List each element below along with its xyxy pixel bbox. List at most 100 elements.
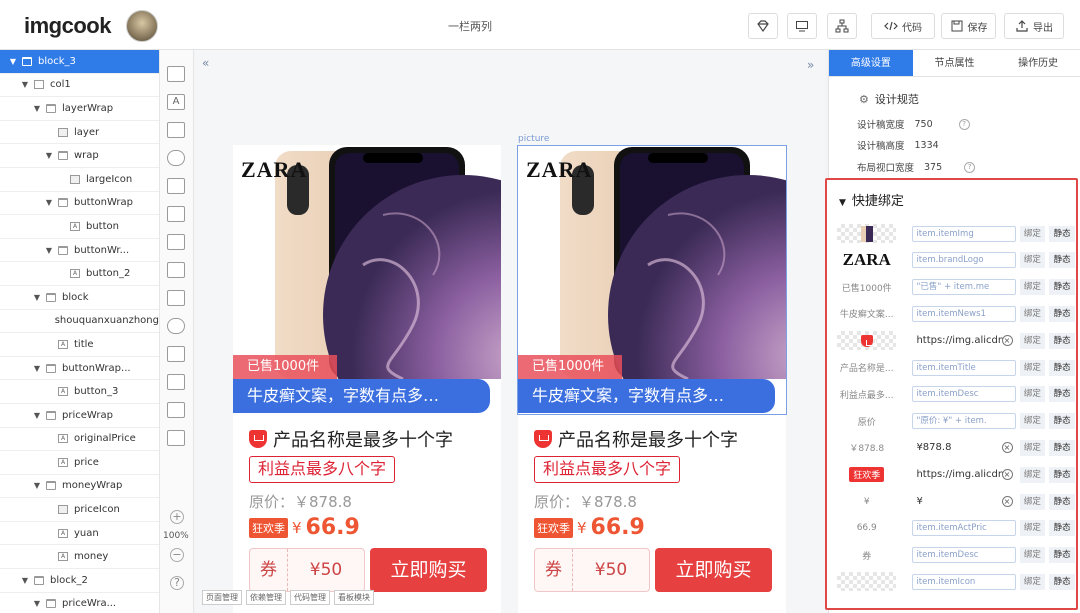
tree-node[interactable]: ▼ layerWrap (0, 97, 159, 121)
link-tool-icon[interactable] (167, 150, 185, 166)
binding-expression-input[interactable]: https://img.alicdn. × (912, 333, 1015, 349)
static-button[interactable]: 静态 (1049, 547, 1075, 564)
static-button[interactable]: 静态 (1049, 386, 1075, 403)
zoom-out-icon[interactable]: − (170, 548, 184, 562)
caret-down-icon[interactable]: ▼ (44, 198, 54, 207)
coupon-button[interactable]: 券 ¥50 (534, 548, 650, 592)
tree-node[interactable]: largeIcon (0, 168, 159, 192)
caret-down-icon[interactable]: ▼ (20, 576, 30, 585)
static-button[interactable]: 静态 (1049, 252, 1075, 269)
bind-button[interactable]: 绑定 (1019, 225, 1046, 242)
tree-node[interactable]: Abutton_3 (0, 380, 159, 404)
caret-down-icon[interactable]: ▼ (44, 151, 54, 160)
tree-node[interactable]: priceIcon (0, 498, 159, 522)
tree-node[interactable]: Amoney (0, 545, 159, 570)
tree-node[interactable]: AoriginalPrice (0, 428, 159, 452)
bottom-tab[interactable]: 依赖管理 (246, 590, 286, 605)
static-button[interactable]: 静态 (1049, 520, 1075, 537)
cube-tool-icon[interactable] (167, 346, 185, 362)
static-button[interactable]: 静态 (1049, 279, 1075, 296)
structure-button[interactable] (827, 13, 857, 39)
binding-expression-input[interactable]: item.itemDesc (912, 386, 1016, 403)
tree-node[interactable]: ▼ col1 (0, 74, 159, 98)
tree-node[interactable]: ▼ block (0, 286, 159, 310)
input-tool-icon[interactable] (167, 178, 185, 194)
cube-tool-icon-3[interactable] (167, 402, 185, 418)
tree-node[interactable]: ▼ buttonWr... (0, 239, 159, 263)
bind-button[interactable]: 绑定 (1019, 493, 1046, 510)
bind-button[interactable]: 绑定 (1019, 332, 1046, 349)
collapse-left-icon[interactable]: « (202, 56, 209, 70)
static-button[interactable]: 静态 (1049, 493, 1075, 510)
caret-down-icon[interactable]: ▼ (32, 364, 42, 373)
bind-button[interactable]: 绑定 (1019, 359, 1046, 376)
caret-down-icon[interactable]: ▼ (32, 481, 42, 490)
clear-icon[interactable]: × (1001, 334, 1013, 346)
static-button[interactable]: 静态 (1049, 332, 1075, 349)
bind-button[interactable]: 绑定 (1019, 252, 1046, 269)
help-icon[interactable]: ? (170, 576, 184, 590)
tab-history[interactable]: 操作历史 (996, 50, 1080, 76)
buy-now-button[interactable]: 立即购买 (655, 548, 772, 592)
picture-tool-icon[interactable] (167, 206, 185, 222)
bind-button[interactable]: 绑定 (1019, 466, 1046, 483)
caret-down-icon[interactable]: ▼ (32, 411, 42, 420)
binding-expression-input[interactable]: "原价: ¥" + item. (912, 413, 1016, 430)
bind-button[interactable]: 绑定 (1019, 520, 1046, 537)
zoom-in-icon[interactable]: + (170, 510, 184, 524)
tree-node[interactable]: ▼ moneyWrap (0, 475, 159, 499)
cube-tool-icon-4[interactable] (167, 430, 185, 446)
binding-expression-input[interactable]: ¥ × (912, 494, 1015, 510)
binding-expression-input[interactable]: ¥878.8 × (912, 440, 1015, 456)
bottom-tab[interactable]: 看板模块 (334, 590, 374, 605)
static-button[interactable]: 静态 (1049, 305, 1075, 322)
user-avatar[interactable] (126, 10, 158, 42)
help-icon[interactable]: ? (964, 161, 976, 173)
collapse-right-icon[interactable]: » (807, 58, 814, 72)
quick-binding-heading[interactable]: ▼ 快捷绑定 (839, 190, 904, 209)
tab-node-props[interactable]: 节点属性 (913, 50, 997, 76)
tree-node[interactable]: ▼ block_3 (0, 50, 159, 74)
tree-node[interactable]: ▼ buttonWrap... (0, 357, 159, 381)
caret-down-icon[interactable]: ▼ (20, 80, 30, 89)
grid-tool-icon[interactable] (167, 290, 185, 306)
spec-value[interactable]: 750 (915, 119, 933, 130)
static-button[interactable]: 静态 (1049, 225, 1075, 242)
static-button[interactable]: 静态 (1049, 413, 1075, 430)
caret-down-icon[interactable]: ▼ (32, 104, 42, 113)
clear-icon[interactable]: × (1001, 495, 1013, 507)
binding-expression-input[interactable]: item.itemNews1 (912, 305, 1016, 322)
tree-node[interactable]: ▼ priceWra... (0, 593, 159, 613)
tree-node[interactable]: Abutton (0, 215, 159, 239)
static-button[interactable]: 静态 (1049, 359, 1075, 376)
container-tool-icon[interactable] (167, 66, 185, 82)
signal-tool-icon[interactable] (167, 318, 185, 334)
binding-expression-input[interactable]: item.itemIcon (912, 573, 1016, 590)
text-tool-icon[interactable]: A (167, 94, 185, 110)
binding-expression-input[interactable]: item.itemActPric (912, 520, 1016, 537)
bind-button[interactable]: 绑定 (1019, 413, 1046, 430)
caret-down-icon[interactable]: ▼ (8, 57, 18, 66)
binding-expression-input[interactable]: item.itemTitle (912, 359, 1016, 376)
clear-icon[interactable]: × (1001, 441, 1013, 453)
spec-value[interactable]: 375 (924, 162, 942, 173)
bind-button[interactable]: 绑定 (1019, 573, 1046, 590)
binding-expression-input[interactable]: item.itemImg (912, 225, 1016, 242)
binding-expression-input[interactable]: item.brandLogo (912, 252, 1016, 269)
binding-expression-input[interactable]: https://img.alicdn. × (912, 467, 1015, 483)
preview-button[interactable] (787, 13, 817, 39)
tree-node[interactable]: Ayuan (0, 522, 159, 546)
edit-tool-icon[interactable] (167, 262, 185, 278)
tree-node[interactable]: Abutton_2 (0, 262, 159, 286)
binding-expression-input[interactable]: "已售" + item.me (912, 279, 1016, 296)
tree-node[interactable]: ▼ buttonWrap (0, 192, 159, 216)
bind-button[interactable]: 绑定 (1019, 386, 1046, 403)
clear-icon[interactable]: × (1001, 468, 1013, 480)
coupon-button[interactable]: 券 ¥50 (249, 548, 365, 592)
export-button[interactable]: 导出 (1004, 13, 1064, 39)
image-tool-icon[interactable] (167, 122, 185, 138)
bind-button[interactable]: 绑定 (1019, 305, 1046, 322)
buy-now-button[interactable]: 立即购买 (370, 548, 487, 592)
tree-node[interactable]: ▼ wrap (0, 144, 159, 168)
diamond-button[interactable] (748, 13, 778, 39)
